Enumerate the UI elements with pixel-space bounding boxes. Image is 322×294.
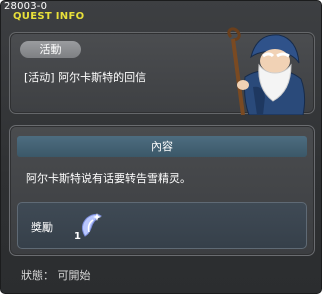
quest-status: 狀態： 可開始 bbox=[21, 269, 91, 282]
content-section-header: 內容 bbox=[17, 136, 307, 157]
reward-label: 獎勵 bbox=[31, 221, 53, 234]
category-badge: 活動 bbox=[20, 41, 81, 58]
quest-content-panel: 內容 阿尔卡斯特说有话要转告雪精灵。 獎勵 1 bbox=[9, 125, 315, 256]
quest-name: [活动] 阿尔卡斯特的回信 bbox=[24, 71, 147, 84]
wizard-npc-icon bbox=[227, 27, 306, 115]
quest-description: 阿尔卡斯特说有话要转告雪精灵。 bbox=[26, 172, 191, 185]
reward-box: 獎勵 1 bbox=[17, 202, 307, 249]
quest-info-window: 28003-0 QUEST INFO 活動 [活动] 阿尔卡斯特的回信 內容 阿… bbox=[0, 0, 322, 294]
reward-quantity: 1 bbox=[74, 231, 81, 242]
window-title: QUEST INFO bbox=[13, 11, 85, 22]
